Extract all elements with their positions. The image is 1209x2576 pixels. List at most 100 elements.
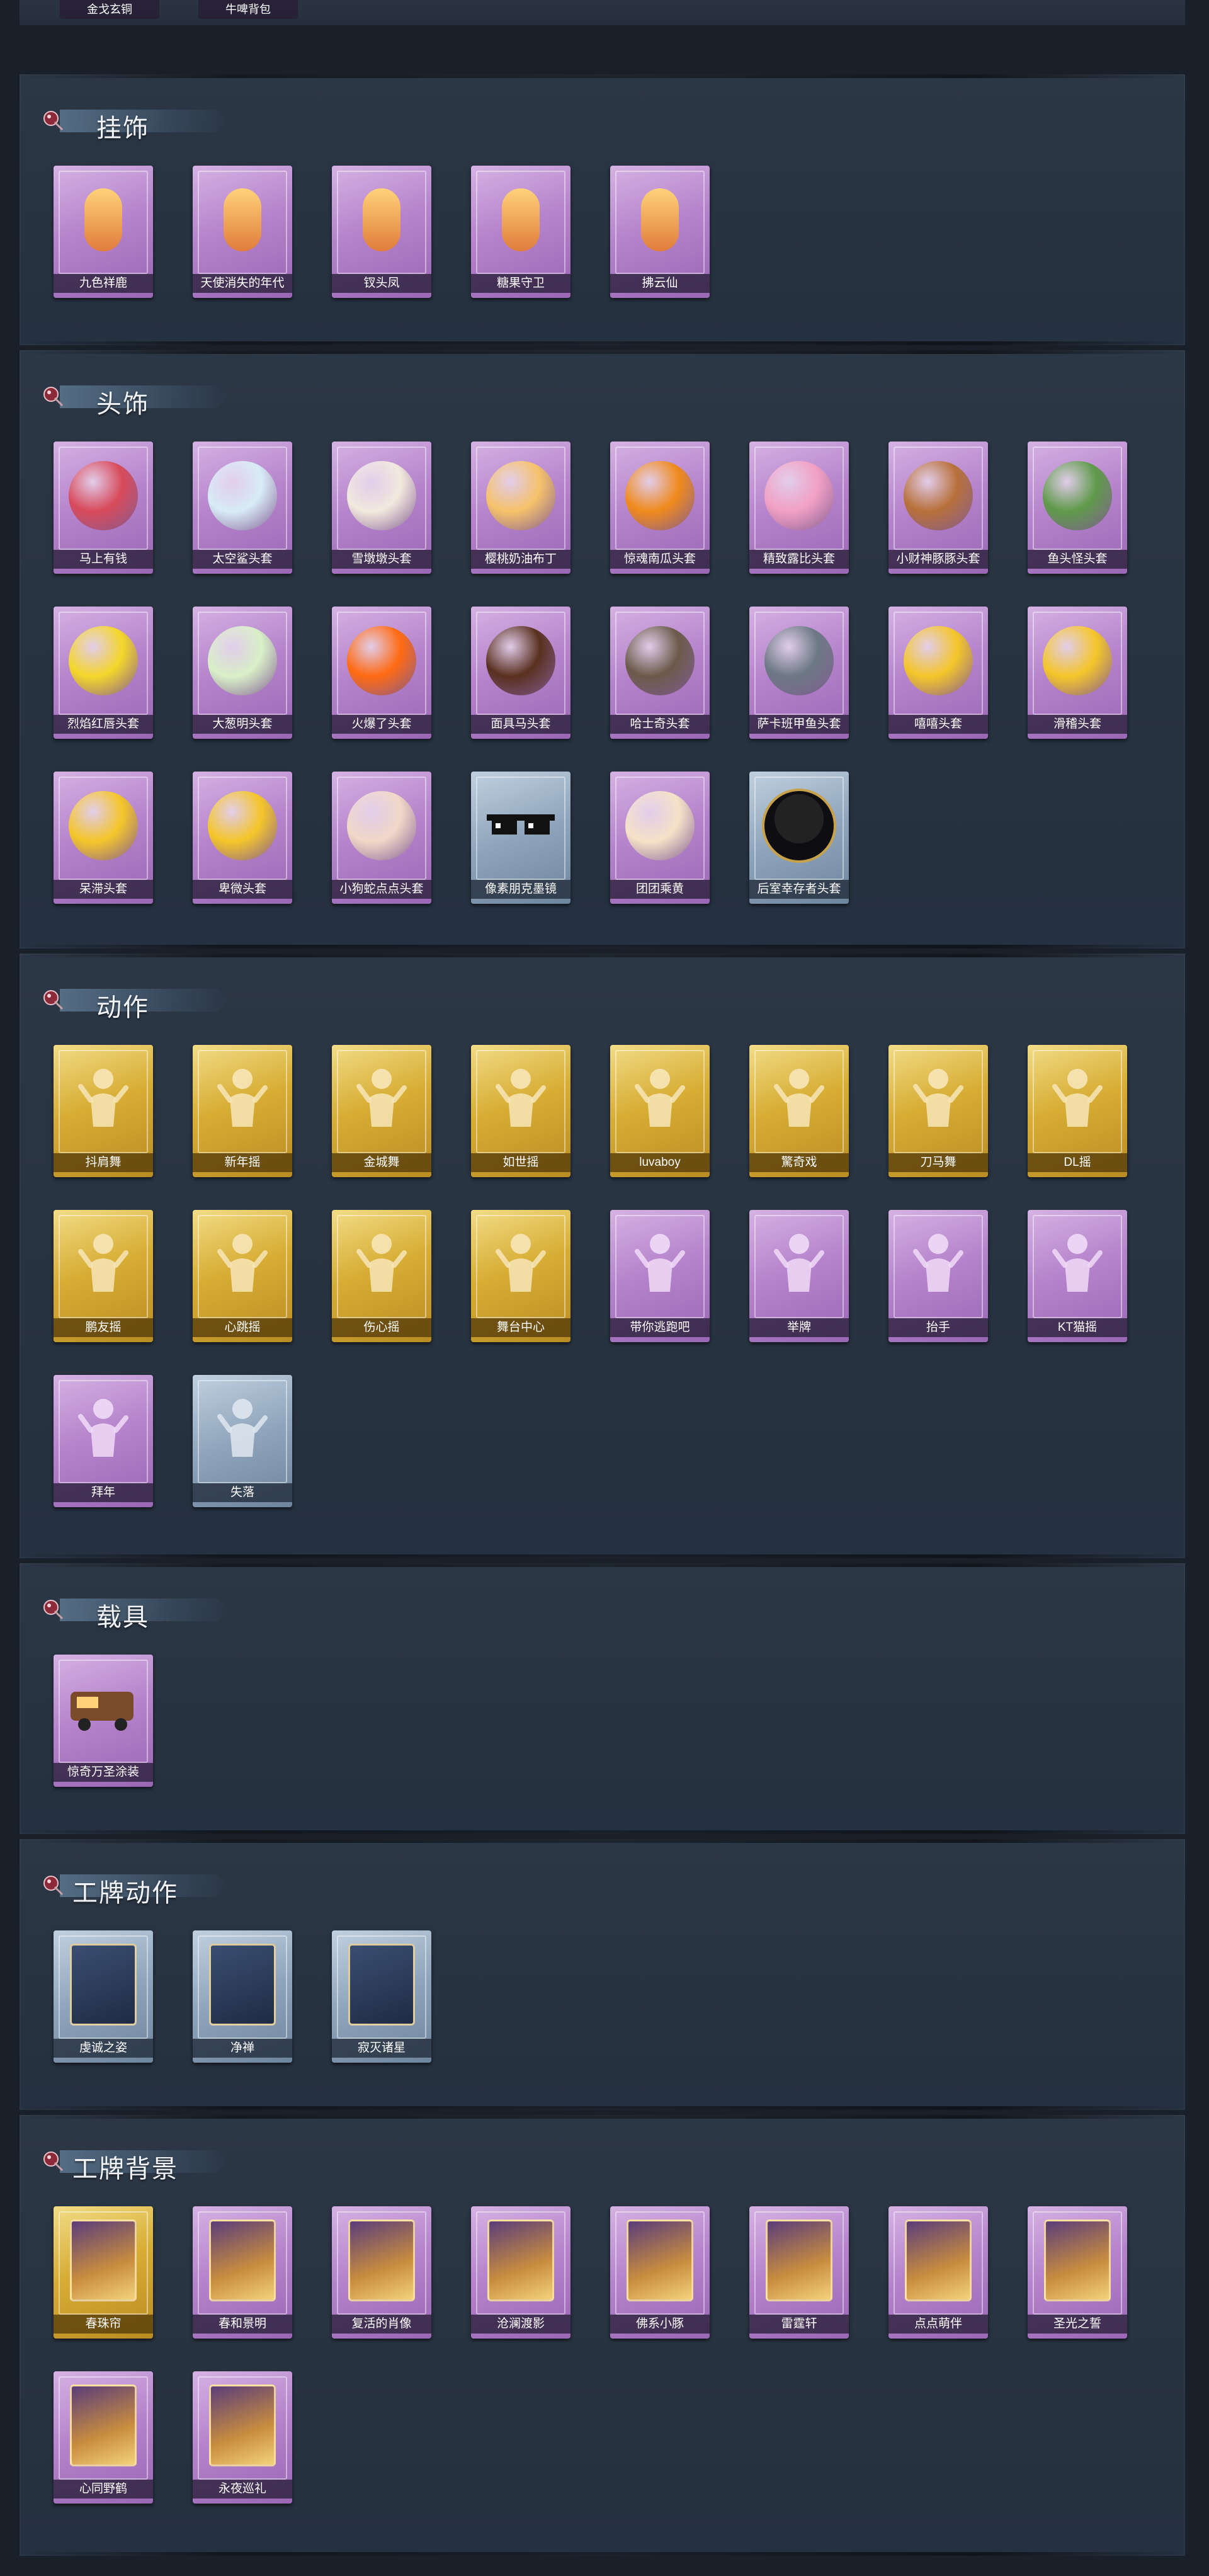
item-card[interactable]: 带你逃跑吧 <box>610 1210 710 1342</box>
item-card[interactable]: 像素朋克墨镜 <box>471 772 570 904</box>
item-card[interactable]: 太空鲨头套 <box>193 442 292 574</box>
item-card[interactable]: 春珠帘 <box>54 2206 153 2339</box>
cosmetic-item[interactable]: 滑稽头套 <box>1028 607 1127 739</box>
item-card[interactable]: 鹏友摇 <box>54 1210 153 1342</box>
cosmetic-item[interactable]: 鹏友摇 <box>54 1210 153 1342</box>
cosmetic-item[interactable]: 春珠帘 <box>54 2206 153 2339</box>
cosmetic-item[interactable]: 刀马舞 <box>888 1045 988 1177</box>
item-card[interactable]: 金城舞 <box>332 1045 431 1177</box>
item-card[interactable]: 鱼头怪头套 <box>1028 442 1127 574</box>
item-card[interactable]: 点点萌伴 <box>888 2206 988 2339</box>
cosmetic-item[interactable]: 失落 <box>193 1375 292 1507</box>
item-card[interactable]: 雷霆轩 <box>749 2206 849 2339</box>
cosmetic-item[interactable]: 净禅 <box>193 1930 292 2063</box>
item-card[interactable]: 举牌 <box>749 1210 849 1342</box>
item-card[interactable]: 刀马舞 <box>888 1045 988 1177</box>
cosmetic-item[interactable]: 呆滞头套 <box>54 772 153 904</box>
cosmetic-item[interactable]: 心跳摇 <box>193 1210 292 1342</box>
cosmetic-item[interactable]: 团团乘黄 <box>610 772 710 904</box>
cosmetic-item[interactable]: 复活的肖像 <box>332 2206 431 2339</box>
cosmetic-item[interactable]: 如世摇 <box>471 1045 570 1177</box>
cosmetic-item[interactable]: 寂灭诸星 <box>332 1930 431 2063</box>
cosmetic-item[interactable]: 马上有钱 <box>54 442 153 574</box>
cosmetic-item[interactable]: 金城舞 <box>332 1045 431 1177</box>
cosmetic-item[interactable]: 圣光之誓 <box>1028 2206 1127 2339</box>
cosmetic-item[interactable]: 哈士奇头套 <box>610 607 710 739</box>
item-card[interactable]: 惊魂南瓜头套 <box>610 442 710 574</box>
cosmetic-item[interactable]: 太空鲨头套 <box>193 442 292 574</box>
item-card[interactable]: 拜年 <box>54 1375 153 1507</box>
cosmetic-item[interactable]: 鱼头怪头套 <box>1028 442 1127 574</box>
item-card[interactable]: 雪墩墩头套 <box>332 442 431 574</box>
item-card[interactable]: 滑稽头套 <box>1028 607 1127 739</box>
cosmetic-item[interactable]: 嘻嘻头套 <box>888 607 988 739</box>
item-card[interactable]: 面具马头套 <box>471 607 570 739</box>
cosmetic-item[interactable]: DL摇 <box>1028 1045 1127 1177</box>
item-card[interactable]: 钗头凤 <box>332 166 431 298</box>
cosmetic-item[interactable]: 心同野鹤 <box>54 2371 153 2504</box>
item-card[interactable]: 新年摇 <box>193 1045 292 1177</box>
cosmetic-item[interactable]: 带你逃跑吧 <box>610 1210 710 1342</box>
cosmetic-item[interactable]: 举牌 <box>749 1210 849 1342</box>
item-card[interactable]: 呆滞头套 <box>54 772 153 904</box>
cosmetic-item[interactable]: 小狗蛇点点头套 <box>332 772 431 904</box>
cosmetic-item[interactable]: luvaboy <box>610 1045 710 1177</box>
item-card[interactable]: 拂云仙 <box>610 166 710 298</box>
item-card[interactable]: 虔诚之姿 <box>54 1930 153 2063</box>
top-item-label[interactable]: 牛啤背包 <box>198 0 298 19</box>
item-card[interactable]: 精致露比头套 <box>749 442 849 574</box>
cosmetic-item[interactable]: 新年摇 <box>193 1045 292 1177</box>
item-card[interactable]: 嘻嘻头套 <box>888 607 988 739</box>
item-card[interactable]: 九色祥鹿 <box>54 166 153 298</box>
cosmetic-item[interactable]: 萨卡班甲鱼头套 <box>749 607 849 739</box>
cosmetic-item[interactable]: 糖果守卫 <box>471 166 570 298</box>
item-card[interactable]: KT猫摇 <box>1028 1210 1127 1342</box>
cosmetic-item[interactable]: 拂云仙 <box>610 166 710 298</box>
cosmetic-item[interactable]: 雪墩墩头套 <box>332 442 431 574</box>
item-card[interactable]: 舞台中心 <box>471 1210 570 1342</box>
cosmetic-item[interactable]: 樱桃奶油布丁 <box>471 442 570 574</box>
item-card[interactable]: 圣光之誓 <box>1028 2206 1127 2339</box>
item-card[interactable]: 团团乘黄 <box>610 772 710 904</box>
item-card[interactable]: 糖果守卫 <box>471 166 570 298</box>
item-card[interactable]: 春和景明 <box>193 2206 292 2339</box>
item-card[interactable]: 樱桃奶油布丁 <box>471 442 570 574</box>
item-card[interactable]: 永夜巡礼 <box>193 2371 292 2504</box>
item-card[interactable]: 小财神豚豚头套 <box>888 442 988 574</box>
cosmetic-item[interactable]: 精致露比头套 <box>749 442 849 574</box>
cosmetic-item[interactable]: 驚奇戏 <box>749 1045 849 1177</box>
item-card[interactable]: 如世摇 <box>471 1045 570 1177</box>
item-card[interactable]: 抬手 <box>888 1210 988 1342</box>
cosmetic-item[interactable]: 面具马头套 <box>471 607 570 739</box>
item-card[interactable]: 火爆了头套 <box>332 607 431 739</box>
item-card[interactable]: 复活的肖像 <box>332 2206 431 2339</box>
cosmetic-item[interactable]: KT猫摇 <box>1028 1210 1127 1342</box>
cosmetic-item[interactable]: 佛系小豚 <box>610 2206 710 2339</box>
item-card[interactable]: 寂灭诸星 <box>332 1930 431 2063</box>
item-card[interactable]: 萨卡班甲鱼头套 <box>749 607 849 739</box>
item-card[interactable]: 心同野鹤 <box>54 2371 153 2504</box>
item-card[interactable]: 伤心摇 <box>332 1210 431 1342</box>
cosmetic-item[interactable]: 烈焰红唇头套 <box>54 607 153 739</box>
cosmetic-item[interactable]: 钗头凤 <box>332 166 431 298</box>
item-card[interactable]: 大葱明头套 <box>193 607 292 739</box>
cosmetic-item[interactable]: 拜年 <box>54 1375 153 1507</box>
cosmetic-item[interactable]: 春和景明 <box>193 2206 292 2339</box>
top-item-label[interactable]: 金戈玄铜 <box>60 0 159 19</box>
cosmetic-item[interactable]: 舞台中心 <box>471 1210 570 1342</box>
cosmetic-item[interactable]: 小财神豚豚头套 <box>888 442 988 574</box>
cosmetic-item[interactable]: 大葱明头套 <box>193 607 292 739</box>
item-card[interactable]: 沧澜渡影 <box>471 2206 570 2339</box>
item-card[interactable]: 烈焰红唇头套 <box>54 607 153 739</box>
item-card[interactable]: 净禅 <box>193 1930 292 2063</box>
cosmetic-item[interactable]: 永夜巡礼 <box>193 2371 292 2504</box>
item-card[interactable]: 失落 <box>193 1375 292 1507</box>
item-card[interactable]: 抖肩舞 <box>54 1045 153 1177</box>
item-card[interactable]: 马上有钱 <box>54 442 153 574</box>
cosmetic-item[interactable]: 点点萌伴 <box>888 2206 988 2339</box>
item-card[interactable]: 后室幸存者头套 <box>749 772 849 904</box>
item-card[interactable]: 心跳摇 <box>193 1210 292 1342</box>
cosmetic-item[interactable]: 沧澜渡影 <box>471 2206 570 2339</box>
cosmetic-item[interactable]: 虔诚之姿 <box>54 1930 153 2063</box>
item-card[interactable]: 惊奇万圣涂装 <box>54 1655 153 1787</box>
